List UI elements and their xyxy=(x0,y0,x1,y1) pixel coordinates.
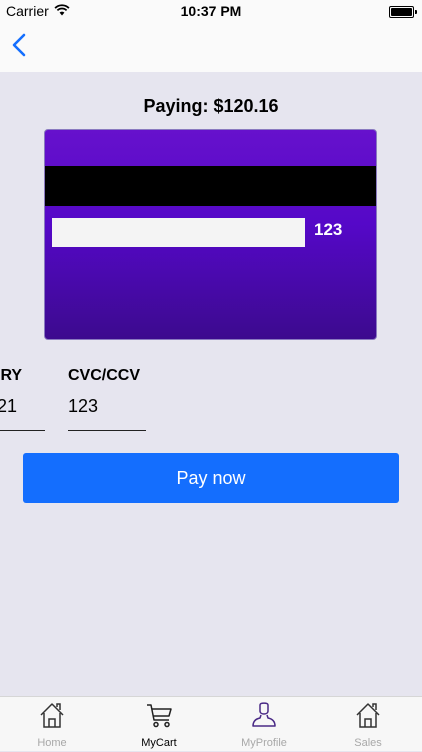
credit-card-back: 123 xyxy=(44,129,377,340)
chevron-left-icon xyxy=(12,33,26,62)
pay-now-button[interactable]: Pay now xyxy=(23,453,399,503)
tab-label: Home xyxy=(37,737,67,749)
battery-icon xyxy=(389,6,417,18)
cart-icon xyxy=(145,701,173,729)
card-cvc-text: 123 xyxy=(314,220,343,239)
tab-home[interactable]: Home xyxy=(7,697,97,752)
profile-icon xyxy=(250,701,278,729)
tab-label: MyCart xyxy=(141,737,177,749)
nav-bar xyxy=(0,22,422,72)
cvc-field[interactable]: 123 xyxy=(68,396,98,417)
expiry-underline xyxy=(0,430,45,431)
expiry-label: IRY xyxy=(0,367,23,384)
status-bar: Carrier 10:37 PM xyxy=(0,0,422,22)
cvc-underline xyxy=(68,430,146,431)
page-title: Paying: $120.16 xyxy=(143,96,279,116)
tab-mycart[interactable]: MyCart xyxy=(114,697,204,752)
back-button[interactable] xyxy=(6,32,32,62)
status-time: 10:37 PM xyxy=(180,3,242,19)
tab-bar: Home MyCart MyProfile Sales xyxy=(0,696,422,751)
expiry-field[interactable]: 21 xyxy=(0,396,17,417)
home-icon xyxy=(354,701,382,729)
signature-strip xyxy=(52,218,305,247)
tab-label: MyProfile xyxy=(241,737,287,749)
tab-myprofile[interactable]: MyProfile xyxy=(219,697,309,752)
cvc-label: CVC/CCV xyxy=(68,367,141,384)
tab-label: Sales xyxy=(354,737,382,749)
home-icon xyxy=(38,701,66,729)
magnetic-stripe xyxy=(45,166,376,206)
tab-sales[interactable]: Sales xyxy=(323,697,413,752)
